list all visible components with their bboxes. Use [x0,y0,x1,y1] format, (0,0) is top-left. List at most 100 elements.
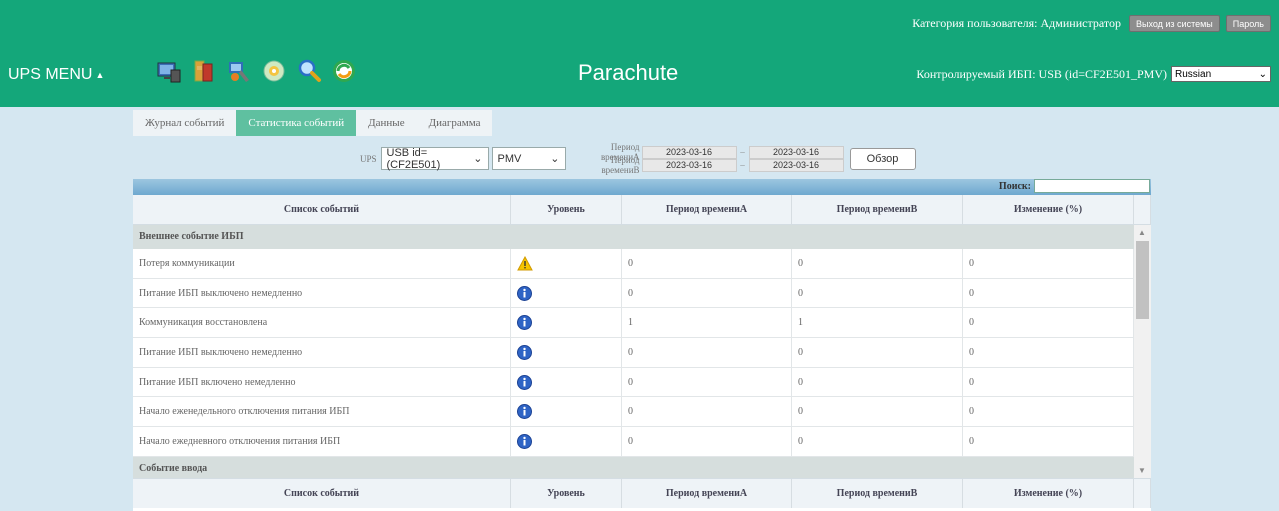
event-name: Питание ИБП включено немедленно [133,367,511,397]
period-a-value: 1 [622,308,792,338]
model-select-value: PMV [497,152,522,165]
table-row[interactable]: Начало ежедневного отключения питания ИБ… [133,427,1134,457]
col-level[interactable]: Уровень [511,195,622,224]
tab-chart[interactable]: Диаграмма [417,110,493,136]
logout-button[interactable]: Выход из системы [1128,15,1220,32]
warning-icon [511,249,622,278]
period-b-value: 0 [792,427,963,456]
table-body: Внешнее событие ИБП Потеря коммуникации … [133,225,1151,478]
period-a-from[interactable]: 2023-03-16 [641,145,737,159]
scroll-down-icon[interactable]: ▼ [1138,466,1146,475]
table-subheader: Список событий Уровень Период времениA П… [133,478,1151,508]
ups-select[interactable]: USB id=(CF2E501) ⌄ [380,146,489,171]
monitored-ups-label: Контролируемый ИБП: USB (id=CF2E501_PMV) [916,66,1167,81]
brand-title: Parachute [578,60,679,85]
search-box: Поиск: [999,179,1150,193]
period-b-value: 0 [792,367,963,397]
event-name: Питание ИБП выключено немедленно [133,338,511,367]
filter-row: UPS USB id=(CF2E501) ⌄ PMV ⌄ Период врем… [360,142,916,175]
table-header: Список событий Уровень Период времениA П… [133,195,1151,225]
chevron-down-icon: ⌄ [550,153,560,165]
event-statistics-panel: Поиск: Список событий Уровень Период вре… [133,179,1151,511]
table-row[interactable]: Потеря коммуникации 0 0 0 [133,249,1134,279]
scrollbar-thumb[interactable] [1136,241,1149,319]
change-value: 0 [963,338,1134,367]
col-period-a[interactable]: Период времениA [622,479,792,508]
change-value: 0 [963,249,1134,278]
table-scrollbar[interactable]: ▲ ▼ [1134,225,1151,478]
table-row[interactable]: Коммуникация восстановлена 1 1 0 [133,308,1134,339]
search-input[interactable] [1034,179,1150,193]
toolbar [156,58,357,84]
period-a-value: 0 [622,249,792,278]
info-icon [511,397,622,427]
period-a-value: 0 [622,338,792,367]
ups-label: UPS [360,153,377,164]
settings-tools-icon[interactable] [226,58,252,84]
password-button[interactable]: Пароль [1225,15,1271,32]
info-icon [511,278,622,308]
table-row[interactable]: Питание ИБП выключено немедленно 0 0 0 [133,278,1134,309]
event-name: Коммуникация восстановлена [133,308,511,338]
event-name: Начало еженедельного отключения питания … [133,397,511,427]
period-a-value: 0 [622,397,792,427]
language-value: Russian [1175,68,1212,80]
period-b-label: Период времениB [601,155,640,175]
search-icon[interactable] [296,58,322,84]
model-select[interactable]: PMV ⌄ [491,147,566,170]
tab-event-log[interactable]: Журнал событий [133,110,236,136]
change-value: 0 [963,367,1134,397]
monitor-icon[interactable] [156,58,182,84]
period-a-value: 0 [622,427,792,456]
change-value: 0 [963,278,1134,308]
header-spacer [1134,479,1151,508]
change-value: 0 [963,427,1134,456]
header-spacer [1134,195,1151,224]
change-value: 0 [963,308,1134,338]
battery-icon[interactable] [191,58,217,84]
period-a-value: 0 [622,278,792,308]
user-bar: Категория пользователя: Администратор Вы… [912,15,1271,32]
change-value: 0 [963,397,1134,427]
col-change[interactable]: Изменение (%) [963,479,1134,508]
dash: – [740,160,745,170]
language-select[interactable]: Russian ⌄ [1171,66,1271,82]
ups-select-value: USB id=(CF2E501) [386,146,441,171]
browse-button[interactable]: Обзор [849,147,916,170]
table-row[interactable]: Питание ИБП выключено немедленно 0 0 0 [133,338,1134,368]
section-header: Событие ввода [133,456,1134,478]
event-name: Потеря коммуникации [133,249,511,278]
info-icon [511,367,622,397]
monitored-ups-bar: Контролируемый ИБП: USB (id=CF2E501_PMV)… [916,66,1271,82]
event-name: Питание ИБП выключено немедленно [133,278,511,308]
period-b-from[interactable]: 2023-03-16 [641,158,737,172]
disc-icon[interactable] [261,58,287,84]
col-event-list[interactable]: Список событий [133,195,511,224]
tab-event-statistics[interactable]: Статистика событий [236,110,357,136]
col-event-list[interactable]: Список событий [133,479,511,508]
ups-menu-toggle[interactable]: UPS MENU ▲ [8,66,104,84]
col-period-b[interactable]: Период времениB [792,479,963,508]
period-b-value: 0 [792,278,963,308]
col-level[interactable]: Уровень [511,479,622,508]
event-name: Начало ежедневного отключения питания ИБ… [133,427,511,456]
scroll-up-icon[interactable]: ▲ [1138,228,1146,237]
period-a-to[interactable]: 2023-03-16 [748,145,844,159]
period-b-value: 0 [792,397,963,427]
period-b-value: 1 [792,308,963,338]
table-row[interactable]: Начало еженедельного отключения питания … [133,397,1134,428]
col-period-b[interactable]: Период времениB [792,195,963,224]
period-b-to[interactable]: 2023-03-16 [748,158,844,172]
info-icon [511,338,622,367]
user-category: Категория пользователя: Администратор [912,16,1121,30]
table-row[interactable]: Питание ИБП включено немедленно 0 0 0 [133,367,1134,398]
tab-data[interactable]: Данные [356,110,416,136]
app-header: Категория пользователя: Администратор Вы… [0,0,1279,107]
info-icon [511,308,622,338]
refresh-icon[interactable] [331,58,357,84]
col-period-a[interactable]: Период времениA [622,195,792,224]
period-a-value: 0 [622,367,792,397]
period-b-value: 0 [792,338,963,367]
period-selector: Период времениA 2023-03-16 – 2023-03-16 … [572,142,844,175]
col-change[interactable]: Изменение (%) [963,195,1134,224]
